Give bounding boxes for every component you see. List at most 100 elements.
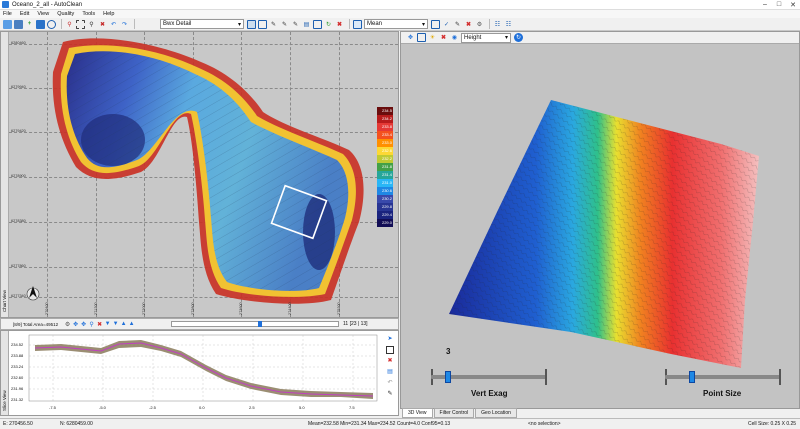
settings-icon[interactable]: ⚙ [475,20,484,29]
undo-icon[interactable]: ↶ [109,20,118,29]
delete-icon[interactable]: ✖ [386,357,394,365]
close-button[interactable]: ✕ [786,1,800,9]
triangle-up-icon[interactable]: ▲ [128,321,135,328]
slice-slider[interactable] [171,321,339,327]
y-tick: 6278900 [11,174,26,178]
crop-icon[interactable]: ✖ [98,20,107,29]
vert-exag-label: Vert Exag [471,389,508,398]
triangle-up-icon[interactable]: ▲ [120,321,127,328]
vert-exag-value: 3 [446,347,451,356]
status-stats: Mean=232.58 Min=231.34 Max=234.52 Count=… [308,421,451,427]
table-icon[interactable] [258,19,267,29]
menu-file[interactable]: File [3,11,12,17]
y-tick: 6279940 [11,85,26,89]
menu-help[interactable]: Help [103,11,114,17]
network-settings-icon[interactable]: ☷ [504,20,513,29]
save-icon[interactable] [14,19,23,29]
folder-icon[interactable] [36,19,45,29]
status-bar: E: 270456.50 N: 6280459.00 Mean=232.58 M… [0,418,800,429]
slice-profile-panel[interactable]: Slice View 234.52 233.88 233.24 232.60 2… [0,330,399,416]
legend-entry: 231.4 [377,171,393,179]
panel-icon[interactable] [353,19,362,29]
menu-quality[interactable]: Quality [57,11,74,17]
pick-icon[interactable]: ✥ [406,33,415,42]
minimize-button[interactable]: – [758,1,772,8]
add-icon[interactable]: + [25,20,34,29]
x-tick: -5.0 [99,405,106,410]
tag-icon[interactable]: ✎ [280,20,289,29]
chevron-down-icon: ▾ [237,21,241,28]
camera-icon[interactable]: ↻ [514,33,523,42]
menu-view[interactable]: View [37,11,49,17]
triangle-down-icon[interactable]: ▼ [112,321,119,328]
menu-edit[interactable]: Edit [20,11,29,17]
menu-tools[interactable]: Tools [82,11,95,17]
triangle-down-icon[interactable]: ▼ [104,321,111,328]
tab-geo-location[interactable]: Geo Location [475,408,517,418]
redo-icon[interactable]: ↷ [120,20,129,29]
palette-icon[interactable]: ◉ [450,33,459,42]
layers-icon[interactable]: ▤ [386,368,394,376]
settings-icon[interactable]: ⚙ [64,321,71,328]
main-toolbar: + ⚲ ⚲ ✖ ↶ ↷ Bwx Detail ▾ ✎ ✎ ✎ ▤ ↻ ✖ Mea… [0,18,800,31]
profile-chart[interactable] [1,331,385,415]
expand-icon[interactable]: ✥ [72,321,79,328]
y-tick: 234.52 [11,342,24,347]
3d-view-panel[interactable]: ✥ ☀ ✖ ◉ Height ▾ ↻ 3 Vert Exag Point Siz… [400,31,800,409]
delete-icon[interactable]: ✖ [96,321,103,328]
title-bar: Oceano_2_all - AutoClean – □ ✕ [0,0,800,10]
slice-slider-thumb[interactable] [258,321,262,327]
undo-icon[interactable]: ↶ [386,379,394,387]
display-mode-select[interactable]: Bwx Detail ▾ [160,19,244,29]
brush-icon[interactable]: ✎ [291,20,300,29]
fit-icon[interactable]: ✥ [80,321,87,328]
chart-view-panel[interactable]: Chart View 6280460 6279940 6279420 62789… [0,31,399,318]
bathymetry-map[interactable] [1,32,399,318]
light-icon[interactable]: ☀ [428,33,437,42]
attribute-value: Height [464,34,482,41]
zoom-icon[interactable]: ⚲ [65,20,74,29]
globe-icon[interactable] [47,19,56,29]
refresh-icon[interactable]: ↻ [324,20,333,29]
point-size-slider-thumb[interactable] [688,371,695,383]
check-icon[interactable]: ✓ [442,20,451,29]
y-tick: 231.96 [11,386,24,391]
status-cell-size: Cell Size: 0.25 X 0.25 [748,421,797,427]
cancel-icon[interactable]: ✖ [335,20,344,29]
vert-exag-slider-thumb[interactable] [445,371,452,383]
edit-icon[interactable]: ✎ [269,20,278,29]
x-tick: -2.5 [149,405,156,410]
x-tick: 5.0 [299,405,305,410]
maximize-button[interactable]: □ [772,1,786,8]
zoom-extent-icon[interactable]: ⚲ [87,20,96,29]
pin-icon[interactable]: ➤ [386,335,394,343]
pen-icon[interactable]: ✎ [453,20,462,29]
histogram-icon[interactable] [431,19,440,29]
statistic-select[interactable]: Mean ▾ [364,19,428,29]
attribute-select[interactable]: Height ▾ [461,32,511,43]
select-area-icon[interactable] [76,19,85,29]
x-tick: 7.5 [349,405,355,410]
3d-surface[interactable] [401,32,800,409]
image-icon[interactable] [313,19,322,29]
delete-icon[interactable]: ✖ [439,33,448,42]
tab-filter-control[interactable]: Filter Control [433,408,475,418]
x-tick: 275200 [337,302,341,315]
point-size-slider[interactable] [665,375,781,379]
square-icon[interactable] [386,346,394,354]
profile-side-toolbar: ➤ ✖ ▤ ↶ ✎ [384,335,396,415]
legend-entry: 233.8 [377,123,393,131]
delete-icon[interactable]: ✖ [464,20,473,29]
chevron-down-icon: ▾ [421,21,425,28]
brush-icon[interactable]: ✎ [386,390,394,398]
open-folder-icon[interactable] [3,19,12,29]
status-northing: N: 6280459.00 [60,421,93,427]
tab-3d-view[interactable]: 3D View [402,408,433,418]
y-tick: 6277340 [11,294,26,298]
grid-icon[interactable] [247,19,256,29]
image-icon[interactable] [417,33,426,42]
filter-icon[interactable]: ▤ [302,20,311,29]
network-icon[interactable]: ☷ [493,20,502,29]
zoom-in-icon[interactable]: ⚲ [88,321,95,328]
toolbar-separator [349,19,350,29]
